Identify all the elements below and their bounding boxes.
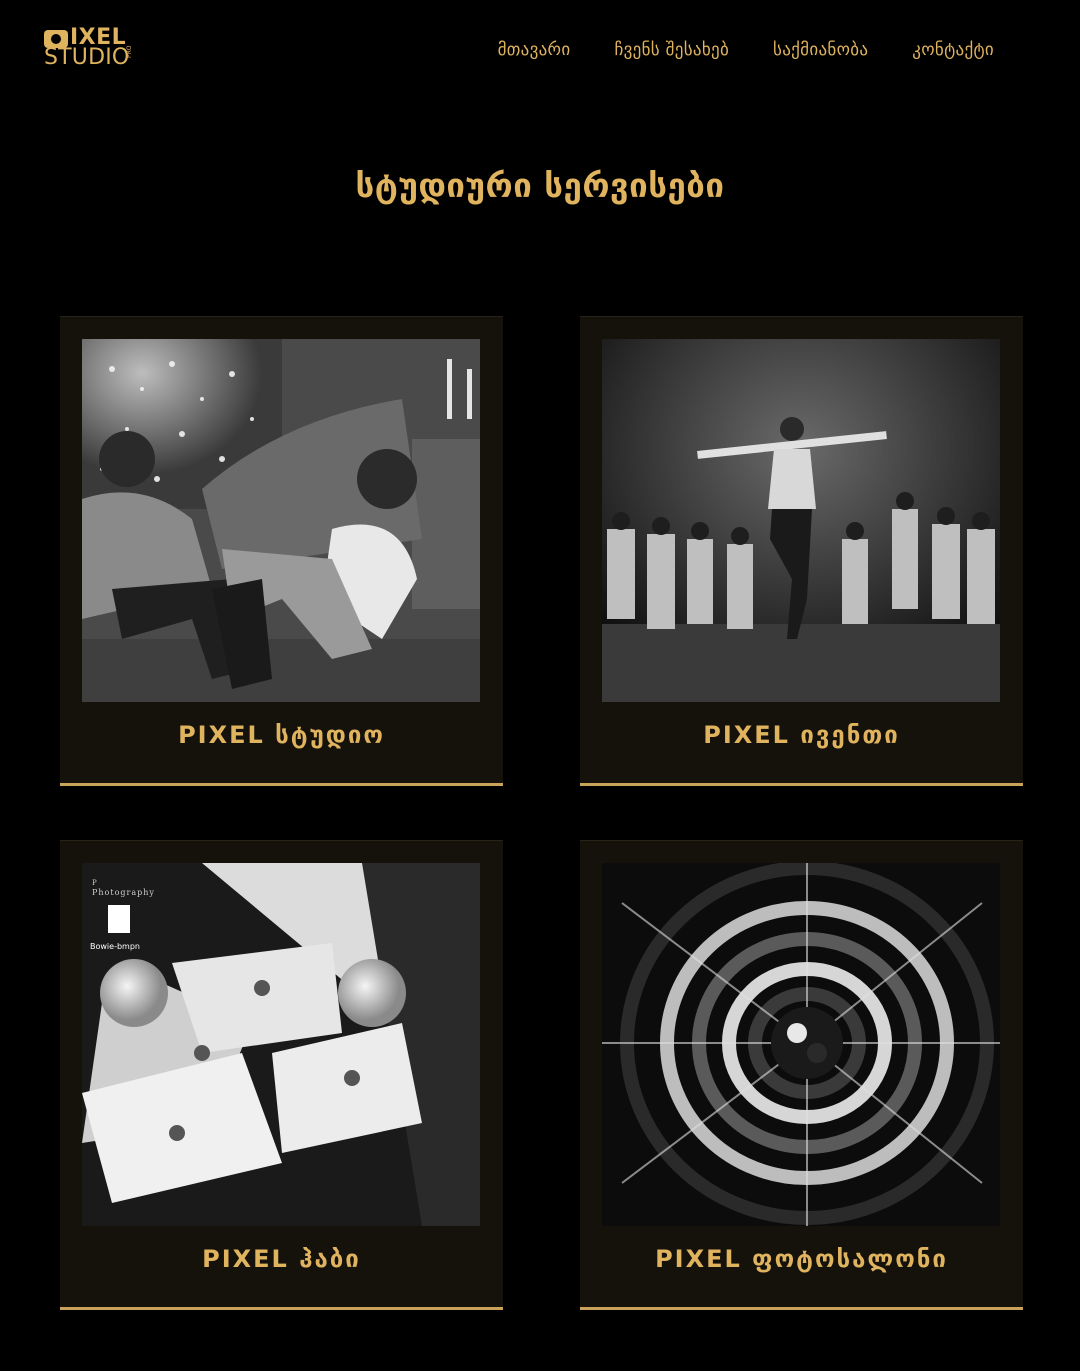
card-label-photosalon: PIXEL ფოტოსალონი [655,1245,948,1273]
nav-item-contact[interactable]: კონტაქტი [912,38,994,62]
page-title: სტუდიური სერვისები [355,166,725,205]
card-label-hub: PIXEL ჰაბი [202,1245,361,1273]
pixel-studio-logo[interactable]: IXEL STUDIO PRO [44,26,136,72]
service-card-photosalon[interactable]: PIXEL ფოტოსალონი [580,840,1023,1310]
card-photo-photosalon [602,863,1000,1226]
watermark-brand: Bowie-bmpn [90,942,140,951]
logo-text-bottom: STUDIO [44,45,130,70]
card-label-event: PIXEL ივენთი [703,721,900,749]
card-photo-hub: P Photography Bowie-bmpn [82,863,480,1226]
nav-item-services[interactable]: საქმიანობა [773,38,868,62]
card-photo-event [602,339,1000,702]
card-label-studio: PIXEL სტუდიო [178,721,385,749]
service-card-studio[interactable]: PIXEL სტუდიო [60,316,503,786]
service-card-event[interactable]: PIXEL ივენთი [580,316,1023,786]
main-nav: მთავარი ჩვენს შესახებ საქმიანობა კონტაქტ… [498,38,994,62]
nav-item-home[interactable]: მთავარი [498,38,571,62]
watermark-letter: P [92,879,97,887]
nav-item-about[interactable]: ჩვენს შესახებ [614,38,729,62]
logo-text-pro: PRO [126,45,133,58]
watermark-photography: Photography [92,888,155,897]
card-photo-studio [82,339,480,702]
site-header: IXEL STUDIO PRO მთავარი ჩვენს შესახებ სა… [0,0,1080,100]
service-card-hub[interactable]: P Photography Bowie-bmpn PIXEL ჰაბი [60,840,503,1310]
